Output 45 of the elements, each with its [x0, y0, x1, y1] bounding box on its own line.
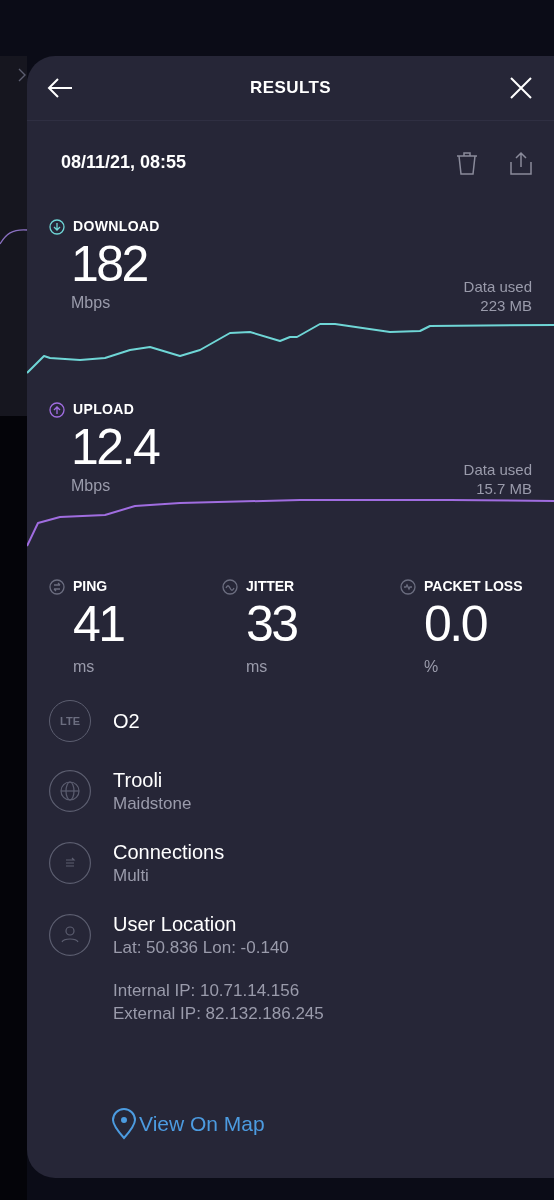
user-icon: [49, 914, 91, 956]
detail-subtitle: Lat: 50.836 Lon: -0.140: [113, 937, 289, 959]
wave-icon: [222, 578, 238, 595]
close-button[interactable]: [508, 75, 534, 101]
data-used-value: 223 MB: [480, 296, 532, 315]
pulse-icon: [400, 578, 416, 595]
detail-title: Connections: [113, 840, 225, 865]
speed-label: UPLOAD: [73, 400, 135, 419]
metric-unit: ms: [72, 657, 95, 677]
view-on-map-link[interactable]: View On Map: [111, 1108, 265, 1140]
detail-title: O2: [113, 709, 140, 734]
metric-label: PACKET LOSS: [424, 577, 523, 596]
chevron-icon: [18, 68, 26, 82]
data-used-label: Data used: [463, 277, 532, 296]
metric-unit: %: [423, 657, 439, 677]
header-title: RESULTS: [249, 77, 332, 100]
metric-value: 41: [72, 597, 124, 651]
detail-subtitle: Multi: [113, 865, 150, 887]
connections-icon: [49, 842, 91, 884]
speed-label: DOWNLOAD: [73, 217, 160, 236]
detail-title: User Location: [113, 912, 238, 937]
download-icon: [49, 218, 65, 235]
data-used-value: 15.7 MB: [476, 479, 532, 498]
trash-icon[interactable]: [456, 150, 478, 175]
map-pin-icon: [111, 1108, 137, 1140]
metric-unit: ms: [245, 657, 268, 677]
speed-unit: Mbps: [71, 476, 112, 496]
upload-icon: [49, 401, 65, 418]
ip-address: Internal IP: 10.71.14.156: [113, 980, 301, 1002]
globe-icon: [49, 770, 91, 812]
metric-label: PING: [73, 577, 108, 596]
ip-address: External IP: 82.132.186.245: [113, 1003, 325, 1025]
share-icon[interactable]: [510, 150, 532, 175]
speed-value: 182: [71, 237, 147, 291]
speed-unit: Mbps: [71, 293, 112, 313]
data-used-label: Data used: [463, 460, 532, 479]
detail-title: Trooli: [113, 768, 164, 793]
metric-label: JITTER: [246, 577, 295, 596]
test-datetime: 08/11/21, 08:55: [61, 151, 187, 174]
arrows-icon: [49, 578, 65, 595]
metric-value: 0.0: [423, 597, 486, 651]
metric-value: 33: [245, 597, 297, 651]
detail-subtitle: Maidstone: [113, 793, 192, 815]
speed-value: 12.4: [71, 420, 159, 474]
sparkline-drawing: [0, 226, 27, 246]
